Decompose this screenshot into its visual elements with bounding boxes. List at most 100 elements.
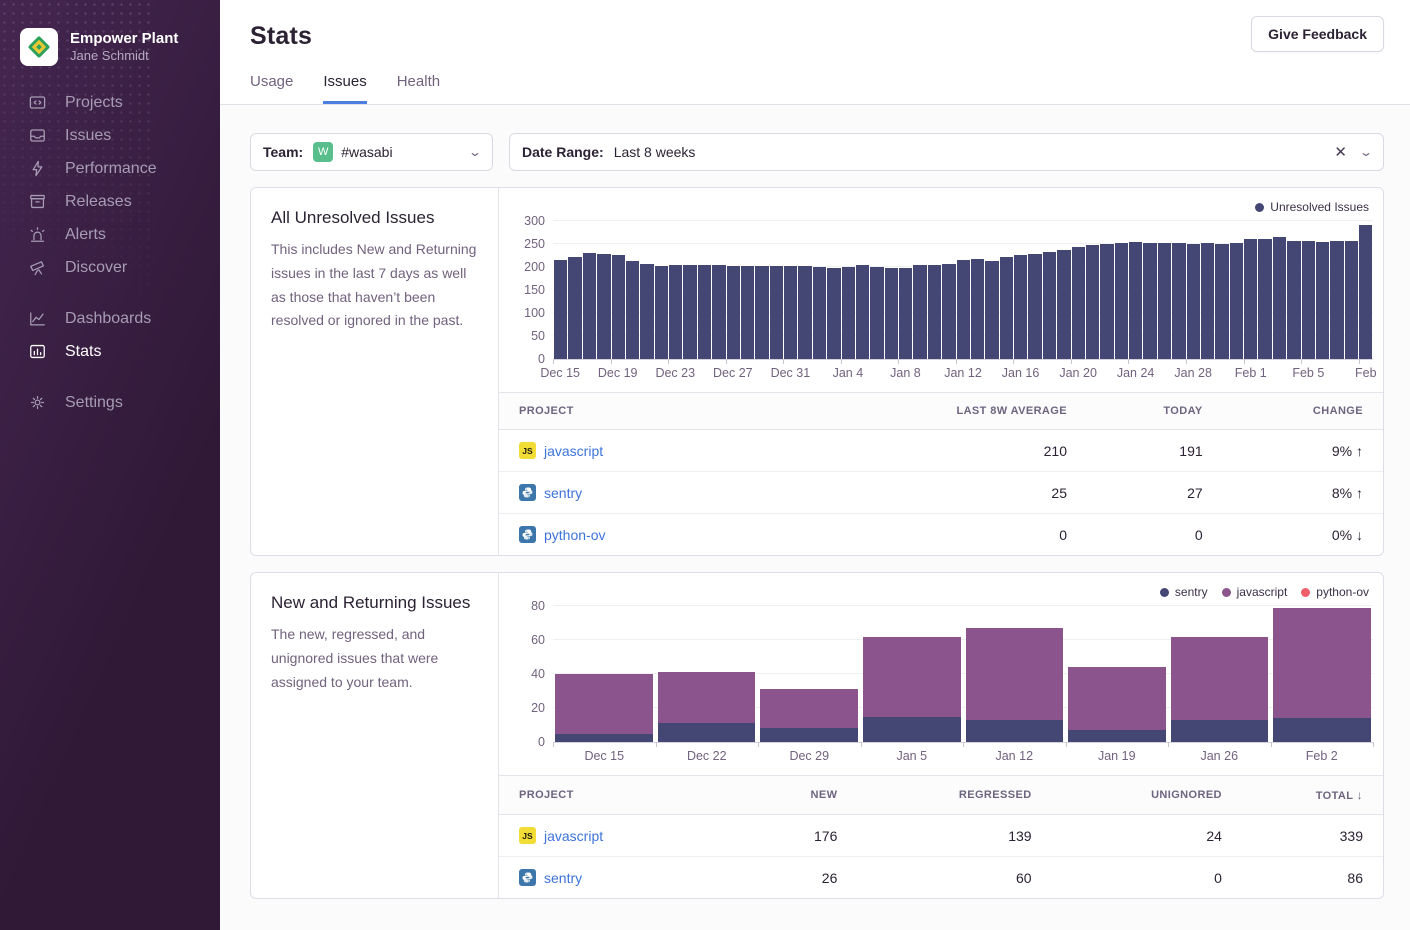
project-link[interactable]: javascript — [544, 828, 603, 844]
org-switcher[interactable]: Empower Plant Jane Schmidt — [0, 20, 220, 86]
bar[interactable] — [597, 254, 610, 359]
project-link[interactable]: javascript — [544, 443, 603, 459]
bar[interactable] — [1086, 245, 1099, 359]
bar[interactable] — [612, 255, 625, 359]
give-feedback-button[interactable]: Give Feedback — [1251, 16, 1384, 52]
bar[interactable] — [1244, 239, 1257, 360]
bar[interactable] — [1115, 243, 1128, 359]
bar[interactable] — [842, 267, 855, 359]
bar[interactable] — [813, 267, 826, 359]
bar[interactable] — [669, 265, 682, 359]
bar[interactable] — [727, 266, 740, 359]
clear-date-range-icon[interactable]: ✕ — [1334, 143, 1347, 161]
bar[interactable] — [1043, 252, 1056, 359]
date-range-select[interactable]: Date Range: Last 8 weeks ✕ ⌄ — [509, 133, 1384, 171]
column-header[interactable]: Project — [499, 393, 788, 430]
bar[interactable] — [827, 268, 840, 359]
stacked-bar-segment[interactable] — [760, 689, 858, 728]
tab-issues[interactable]: Issues — [323, 73, 366, 104]
bar[interactable] — [913, 265, 926, 359]
bar[interactable] — [698, 265, 711, 359]
bar[interactable] — [1316, 242, 1329, 359]
bar[interactable] — [554, 260, 567, 359]
bar[interactable] — [712, 265, 725, 359]
bar[interactable] — [1273, 237, 1286, 359]
stacked-bar-segment[interactable] — [1171, 637, 1269, 720]
bar[interactable] — [1072, 247, 1085, 359]
bar[interactable] — [985, 261, 998, 359]
bar[interactable] — [1014, 255, 1027, 359]
bar[interactable] — [928, 265, 941, 359]
bar[interactable] — [1057, 250, 1070, 359]
bar[interactable] — [971, 259, 984, 359]
column-header[interactable]: Today — [1087, 393, 1223, 430]
bar[interactable] — [798, 266, 811, 359]
bar[interactable] — [1258, 239, 1271, 359]
bar[interactable] — [957, 260, 970, 359]
bar[interactable] — [1302, 241, 1315, 359]
stacked-bar-segment[interactable] — [555, 734, 653, 743]
bar[interactable] — [583, 253, 596, 359]
bar[interactable] — [683, 265, 696, 359]
column-header[interactable]: Regressed — [857, 776, 1051, 815]
bar[interactable] — [568, 257, 581, 359]
column-header[interactable]: New — [759, 776, 857, 815]
bar[interactable] — [1100, 244, 1113, 359]
bar[interactable] — [770, 266, 783, 359]
stacked-bar-segment[interactable] — [863, 637, 961, 717]
sidebar-item-stats[interactable]: Stats — [0, 335, 220, 368]
sidebar-item-settings[interactable]: Settings — [0, 386, 220, 419]
stacked-bar-segment[interactable] — [555, 674, 653, 734]
column-header[interactable]: Change — [1223, 393, 1383, 430]
stacked-bar-segment[interactable] — [1273, 608, 1371, 719]
sidebar-item-issues[interactable]: Issues — [0, 119, 220, 152]
sidebar-item-alerts[interactable]: Alerts — [0, 218, 220, 251]
tab-health[interactable]: Health — [397, 73, 440, 104]
stacked-bar-segment[interactable] — [1273, 718, 1371, 742]
column-header[interactable]: Unignored — [1052, 776, 1242, 815]
stacked-bar-segment[interactable] — [658, 672, 756, 723]
bar[interactable] — [1359, 225, 1372, 359]
bar[interactable] — [1287, 241, 1300, 359]
stacked-bar-segment[interactable] — [658, 723, 756, 742]
stacked-bar-segment[interactable] — [1068, 730, 1166, 742]
sidebar-item-performance[interactable]: Performance — [0, 152, 220, 185]
bar[interactable] — [755, 266, 768, 359]
project-link[interactable]: sentry — [544, 485, 582, 501]
bar[interactable] — [1129, 242, 1142, 359]
bar[interactable] — [1028, 254, 1041, 359]
bar[interactable] — [1215, 244, 1228, 359]
bar[interactable] — [741, 266, 754, 359]
bar[interactable] — [899, 268, 912, 359]
bar[interactable] — [1000, 257, 1013, 359]
stacked-bar-segment[interactable] — [1171, 720, 1269, 742]
column-header[interactable]: Total ↓ — [1242, 776, 1383, 815]
stacked-bar-segment[interactable] — [966, 628, 1064, 720]
column-header[interactable]: Last 8w Average — [788, 393, 1087, 430]
stacked-bar-segment[interactable] — [966, 720, 1064, 742]
bar[interactable] — [1143, 243, 1156, 359]
bar[interactable] — [1330, 241, 1343, 359]
bar[interactable] — [870, 267, 883, 360]
project-link[interactable]: sentry — [544, 870, 582, 886]
bar[interactable] — [1172, 243, 1185, 359]
stacked-bar-segment[interactable] — [863, 717, 961, 743]
bar[interactable] — [1201, 243, 1214, 359]
bar[interactable] — [1230, 243, 1243, 359]
sidebar-item-dashboards[interactable]: Dashboards — [0, 302, 220, 335]
stacked-bar-segment[interactable] — [760, 728, 858, 742]
sidebar-item-discover[interactable]: Discover — [0, 251, 220, 284]
bar[interactable] — [640, 264, 653, 359]
bar[interactable] — [1187, 244, 1200, 360]
project-link[interactable]: python-ov — [544, 527, 605, 543]
stacked-bar-segment[interactable] — [1068, 667, 1166, 730]
bar[interactable] — [856, 265, 869, 359]
bar[interactable] — [885, 268, 898, 360]
bar[interactable] — [655, 266, 668, 359]
sidebar-item-projects[interactable]: Projects — [0, 86, 220, 119]
team-select[interactable]: Team: W #wasabi ⌄ — [250, 133, 493, 171]
bar[interactable] — [942, 264, 955, 359]
bar[interactable] — [626, 261, 639, 359]
sidebar-item-releases[interactable]: Releases — [0, 185, 220, 218]
bar[interactable] — [784, 266, 797, 359]
